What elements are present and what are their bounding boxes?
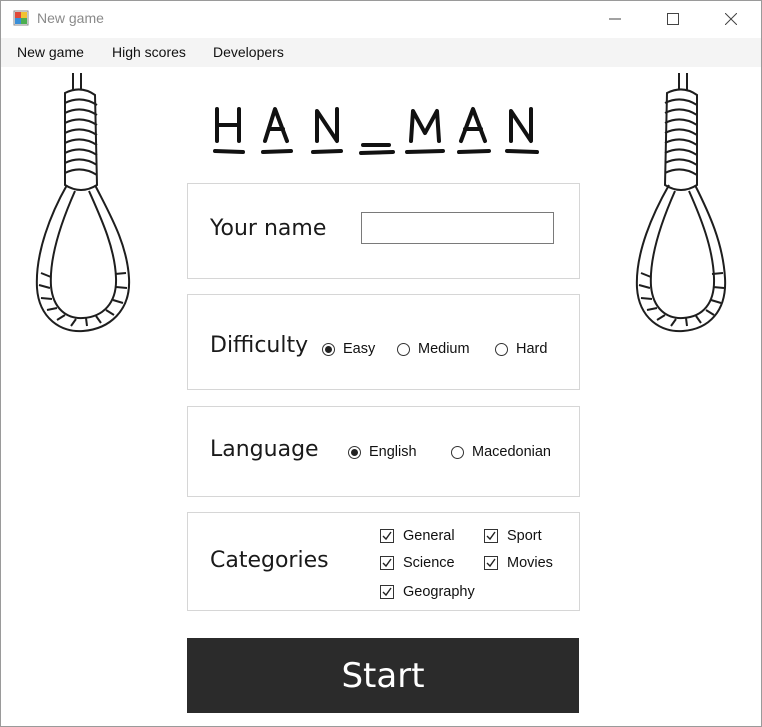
checkmark-icon (380, 585, 394, 599)
title-bar: New game (1, 1, 761, 37)
language-label: Language (210, 437, 319, 462)
category-movies-label: Movies (507, 555, 553, 571)
menu-bar: New game High scores Developers (1, 38, 761, 67)
difficulty-easy-label: Easy (343, 341, 376, 357)
category-general-label: General (403, 528, 455, 544)
category-sport-label: Sport (507, 528, 542, 544)
difficulty-medium-radio[interactable]: Medium (397, 341, 470, 357)
noose-icon (635, 73, 727, 333)
category-movies-checkbox[interactable]: Movies (484, 555, 553, 571)
name-input[interactable] (361, 212, 554, 244)
category-science-checkbox[interactable]: Science (380, 555, 455, 571)
name-panel: Your name (187, 183, 580, 279)
language-panel: Language English Macedonian (187, 406, 580, 497)
app-window-icon (13, 10, 29, 26)
menu-item-developers[interactable]: Developers (213, 44, 284, 60)
language-english-label: English (369, 444, 417, 460)
difficulty-label: Difficulty (210, 333, 309, 358)
radio-selected-icon (348, 445, 361, 459)
language-macedonian-radio[interactable]: Macedonian (451, 444, 551, 460)
minimize-button[interactable] (586, 1, 644, 37)
category-science-label: Science (403, 555, 455, 571)
checkmark-icon (380, 556, 394, 570)
difficulty-panel: Difficulty Easy Medium Hard (187, 294, 580, 390)
close-button[interactable] (702, 1, 760, 37)
category-geography-label: Geography (403, 584, 475, 600)
difficulty-easy-radio[interactable]: Easy (322, 341, 375, 357)
difficulty-medium-label: Medium (418, 341, 470, 357)
menu-item-new-game[interactable]: New game (17, 44, 84, 60)
radio-unselected-icon (451, 445, 464, 459)
close-icon (725, 13, 737, 25)
maximize-button[interactable] (644, 1, 702, 37)
checkmark-icon (484, 556, 498, 570)
language-english-radio[interactable]: English (348, 444, 417, 460)
category-geography-checkbox[interactable]: Geography (380, 584, 475, 600)
radio-unselected-icon (397, 342, 410, 356)
category-general-checkbox[interactable]: General (380, 528, 455, 544)
categories-panel: Categories General Sport Science Movies … (187, 512, 580, 611)
category-sport-checkbox[interactable]: Sport (484, 528, 542, 544)
checkmark-icon (380, 529, 394, 543)
difficulty-hard-radio[interactable]: Hard (495, 341, 547, 357)
menu-item-high-scores[interactable]: High scores (112, 44, 186, 60)
name-label: Your name (210, 216, 327, 241)
window-title: New game (37, 10, 104, 26)
start-button[interactable]: Start (187, 638, 579, 713)
game-logo (213, 107, 539, 155)
categories-label: Categories (210, 548, 329, 573)
app-window: New game New game High scores Developers (0, 0, 762, 727)
language-macedonian-label: Macedonian (472, 444, 551, 460)
checkmark-icon (484, 529, 498, 543)
radio-selected-icon (322, 342, 335, 356)
maximize-icon (667, 13, 679, 25)
noose-icon (35, 73, 131, 333)
radio-unselected-icon (495, 342, 508, 356)
difficulty-hard-label: Hard (516, 341, 548, 357)
minimize-icon (609, 18, 621, 20)
